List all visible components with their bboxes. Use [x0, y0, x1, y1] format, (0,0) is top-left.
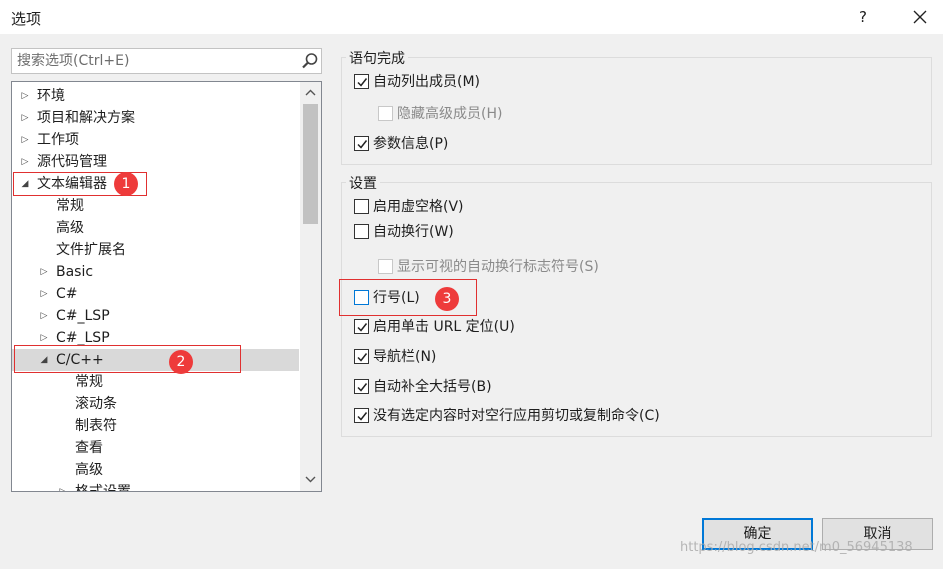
tree-item-cpp-tabs[interactable]: 制表符 — [12, 415, 299, 437]
scroll-up-button[interactable] — [300, 84, 321, 102]
help-button[interactable]: ? — [848, 4, 878, 30]
tree-item-source-control[interactable]: ▷ 源代码管理 — [12, 151, 299, 173]
navigation-bar-label: 导航栏(N) — [373, 349, 437, 365]
url-navigation-checkbox[interactable] — [354, 319, 369, 334]
statement-completion-title: 语句完成 — [346, 48, 408, 68]
tree-item-label: 项目和解决方案 — [37, 110, 135, 126]
checkmark-icon — [357, 383, 368, 392]
title-bar: 选项 ? — [0, 0, 943, 34]
checkmark-icon — [357, 78, 368, 87]
tree-item-cpp-view[interactable]: 查看 — [12, 437, 299, 459]
word-wrap-label: 自动换行(W) — [373, 224, 454, 240]
tree-item-label: 滚动条 — [75, 396, 117, 412]
tree-item-advanced[interactable]: 高级 — [12, 217, 299, 239]
checkmark-icon — [357, 412, 368, 421]
annotation-badge-3: 3 — [435, 287, 459, 311]
virtual-space-label: 启用虚空格(V) — [373, 199, 464, 215]
tree-item-label: C# — [56, 286, 78, 302]
tree-scrollbar[interactable] — [300, 82, 321, 491]
settings-title: 设置 — [346, 173, 380, 193]
tree-item-csharp-lsp[interactable]: ▷ C#_LSP — [12, 305, 299, 327]
scroll-down-button[interactable] — [300, 471, 321, 489]
expand-arrow-icon[interactable]: ▷ — [19, 107, 31, 129]
tree-item-label: Basic — [56, 264, 94, 280]
tree-item-cpp-general[interactable]: 常规 — [12, 371, 299, 393]
expand-arrow-icon[interactable]: ▷ — [38, 305, 50, 327]
tree-item-cpp-advanced[interactable]: 高级 — [12, 459, 299, 481]
chevron-down-icon — [305, 476, 316, 483]
auto-list-members-checkbox[interactable] — [354, 74, 369, 89]
checkmark-icon — [357, 353, 368, 362]
expand-arrow-icon[interactable]: ▷ — [38, 261, 50, 283]
annotation-box-2 — [14, 345, 241, 373]
expand-arrow-icon[interactable]: ▷ — [19, 85, 31, 107]
show-wrap-glyphs-label: 显示可视的自动换行标志符号(S) — [397, 259, 599, 275]
hide-advanced-members-checkbox[interactable] — [378, 106, 393, 121]
scroll-thumb[interactable] — [303, 104, 318, 224]
checkmark-icon — [357, 140, 368, 149]
tree-item-environment[interactable]: ▷ 环境 — [12, 85, 299, 107]
navigation-bar-checkbox[interactable] — [354, 349, 369, 364]
tree-item-label: 常规 — [56, 198, 84, 214]
search-box — [11, 48, 322, 74]
tree-item-label: 文件扩展名 — [56, 242, 126, 258]
expand-arrow-icon[interactable]: ▷ — [19, 151, 31, 173]
word-wrap-checkbox[interactable] — [354, 224, 369, 239]
search-input[interactable] — [12, 49, 296, 73]
tree-item-projects-solutions[interactable]: ▷ 项目和解决方案 — [12, 107, 299, 129]
annotation-badge-2: 2 — [169, 350, 193, 374]
tree-item-work-items[interactable]: ▷ 工作项 — [12, 129, 299, 151]
expand-arrow-icon[interactable]: ▷ — [57, 481, 69, 491]
auto-brace-completion-checkbox[interactable] — [354, 379, 369, 394]
tree-item-csharp[interactable]: ▷ C# — [12, 283, 299, 305]
hide-advanced-members-label: 隐藏高级成员(H) — [397, 106, 503, 122]
tree-item-label: 制表符 — [75, 418, 117, 434]
window-title: 选项 — [11, 10, 42, 28]
tree-item-label: 格式设置 — [75, 484, 131, 492]
chevron-up-icon — [305, 89, 316, 96]
tree-item-label: 工作项 — [37, 132, 79, 148]
parameter-info-checkbox[interactable] — [354, 136, 369, 151]
tree-item-label: 高级 — [56, 220, 84, 236]
checkmark-icon — [357, 323, 368, 332]
auto-brace-completion-label: 自动补全大括号(B) — [373, 379, 492, 395]
virtual-space-checkbox[interactable] — [354, 199, 369, 214]
auto-list-members-label: 自动列出成员(M) — [373, 74, 481, 90]
tree-item-label: 环境 — [37, 88, 65, 104]
url-navigation-label: 启用单击 URL 定位(U) — [373, 319, 515, 335]
tree-item-general[interactable]: 常规 — [12, 195, 299, 217]
tree-item-cpp-formatting[interactable]: ▷ 格式设置 — [12, 481, 299, 492]
parameter-info-label: 参数信息(P) — [373, 136, 449, 152]
close-icon — [913, 10, 927, 24]
tree-item-label: 源代码管理 — [37, 154, 107, 170]
tree-item-label: 常规 — [75, 374, 103, 390]
tree-item-file-extension[interactable]: 文件扩展名 — [12, 239, 299, 261]
search-icon[interactable] — [301, 52, 319, 70]
expand-arrow-icon[interactable]: ▷ — [19, 129, 31, 151]
close-button[interactable] — [905, 4, 935, 30]
watermark: https://blog.csdn.net/m0_56945138 — [680, 540, 913, 555]
options-tree: ▷ 环境 ▷ 项目和解决方案 ▷ 工作项 ▷ 源代码管理 ◢ 文本编辑器 常规 … — [11, 81, 322, 492]
expand-arrow-icon[interactable]: ▷ — [38, 283, 50, 305]
show-wrap-glyphs-checkbox[interactable] — [378, 259, 393, 274]
cut-copy-blank-lines-checkbox[interactable] — [354, 408, 369, 423]
tree-item-label: C#_LSP — [56, 308, 110, 324]
tree-item-cpp-scrollbars[interactable]: 滚动条 — [12, 393, 299, 415]
tree-item-label: 高级 — [75, 462, 103, 478]
tree-item-basic[interactable]: ▷ Basic — [12, 261, 299, 283]
cut-copy-blank-lines-label: 没有选定内容时对空行应用剪切或复制命令(C) — [373, 408, 660, 424]
annotation-badge-1: 1 — [114, 172, 138, 196]
tree-item-label: 查看 — [75, 440, 103, 456]
